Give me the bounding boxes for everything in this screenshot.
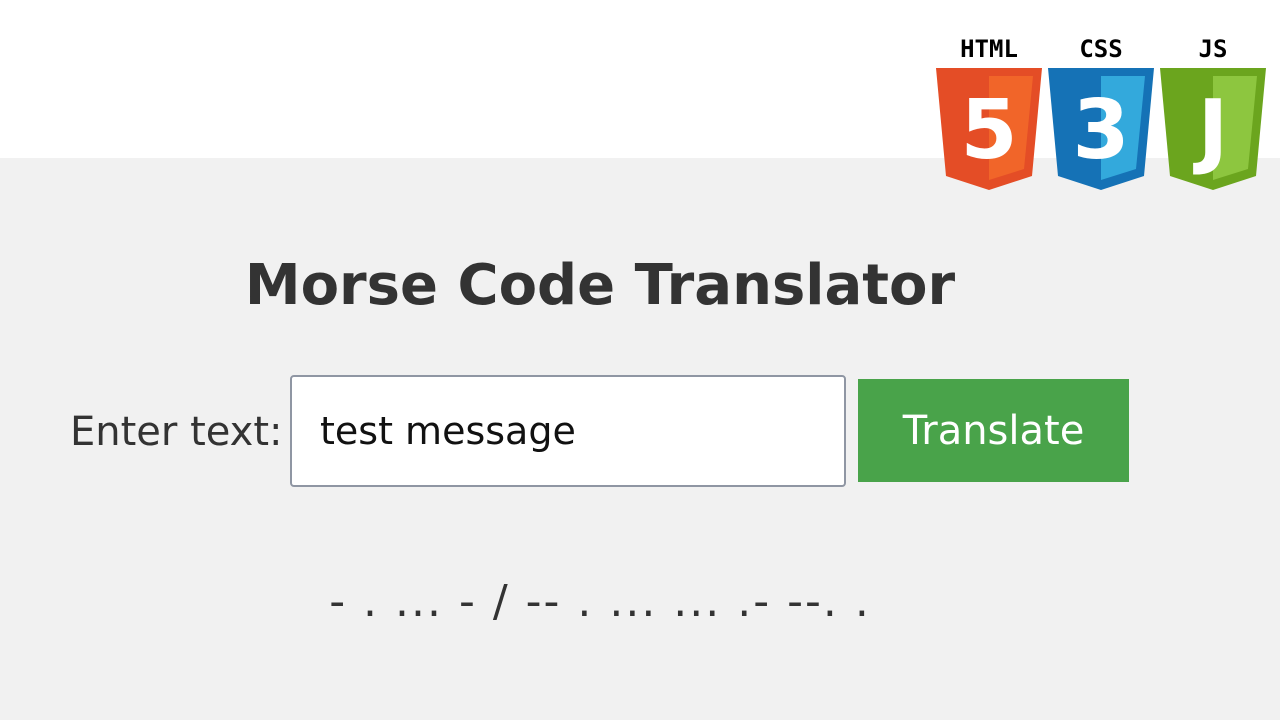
css3-glyph: 3 (1072, 83, 1129, 178)
translate-button[interactable]: Translate (858, 379, 1129, 482)
css-badge: CSS 3 (1048, 34, 1154, 194)
js-shield-icon: J (1160, 68, 1266, 190)
morse-output: - . ... - / -- . ... ... .- --. . (329, 576, 871, 627)
js-badge-label: JS (1198, 35, 1228, 63)
css3-shield-icon: 3 (1048, 68, 1154, 190)
js-badge: JS J (1160, 34, 1266, 194)
css-badge-label: CSS (1079, 35, 1123, 63)
enter-text-label: Enter text: (70, 409, 283, 455)
js-glyph: J (1193, 83, 1229, 178)
html5-glyph: 5 (960, 83, 1017, 178)
text-input[interactable] (290, 375, 846, 487)
page-title: Morse Code Translator (244, 253, 956, 318)
html5-shield-icon: 5 (936, 68, 1042, 190)
html-badge: HTML 5 (936, 34, 1042, 194)
html-badge-label: HTML (960, 35, 1018, 63)
